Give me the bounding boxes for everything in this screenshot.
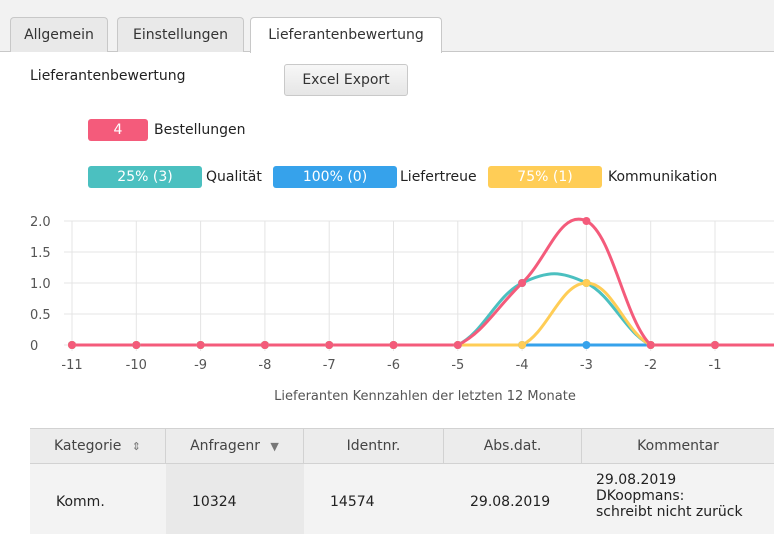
legend-quality-swatch[interactable]: 25% (3) — [88, 166, 202, 188]
x-tick-label: -3 — [580, 358, 593, 373]
tab-lieferantenbewertung[interactable]: Lieferantenbewertung — [250, 17, 442, 53]
header-identnr[interactable]: Identnr. — [304, 429, 444, 463]
chart-title: Lieferanten Kennzahlen der letzten 12 Mo… — [274, 389, 576, 404]
x-tick-label: -5 — [451, 358, 464, 373]
legend-orders-label: Bestellungen — [154, 122, 246, 138]
x-tick-label: -11 — [61, 358, 82, 373]
x-tick-label: -4 — [516, 358, 529, 373]
data-point — [260, 341, 269, 349]
cell-anfragenr: 10324 — [166, 464, 304, 534]
x-tick-label: -8 — [258, 358, 271, 373]
sort-both-icon[interactable]: ⇕ — [132, 440, 141, 453]
y-tick-label: 0 — [30, 339, 38, 354]
data-point — [325, 341, 334, 349]
chart-grid — [64, 220, 774, 351]
excel-export-button[interactable]: Excel Export — [284, 64, 408, 96]
legend-communication-swatch[interactable]: 75% (1) — [488, 166, 602, 188]
x-tick-label: -6 — [387, 358, 400, 373]
data-point — [389, 341, 398, 349]
y-tick-label: 1.5 — [30, 246, 51, 261]
y-tick-label: 2.0 — [30, 215, 51, 230]
x-tick-label: -2 — [644, 358, 657, 373]
x-axis-ticks: -11 -10 -9 -8 -7 -6 -5 -4 -3 -2 -1 — [61, 358, 721, 373]
cell-identnr: 14574 — [330, 494, 375, 510]
line-chart: 2.0 1.5 1.0 0.5 0 -11 -10 -9 -8 -7 -6 -5 -4 -3 -2 -1 L… — [30, 215, 774, 404]
data-point — [132, 341, 141, 349]
comment-line: 29.08.2019 — [596, 472, 677, 488]
data-point — [646, 341, 655, 349]
comment-line: DKoopmans: — [596, 488, 685, 504]
legend-orders-swatch[interactable]: 4 — [88, 119, 148, 141]
sort-desc-icon[interactable]: ▼ — [270, 440, 278, 453]
comment-line: schreibt nicht zurück — [596, 504, 743, 520]
cell-absdat: 29.08.2019 — [470, 494, 551, 510]
header-kommentar[interactable]: Kommentar — [582, 429, 774, 463]
x-tick-label: -10 — [126, 358, 147, 373]
header-anfragenr-label: Anfragenr — [190, 438, 260, 454]
legend-quality-label: Qualität — [206, 169, 262, 185]
data-point — [196, 341, 205, 349]
x-tick-label: -1 — [709, 358, 722, 373]
data-point — [518, 341, 527, 349]
header-anfragenr[interactable]: Anfragenr ▼ — [166, 429, 304, 463]
cell-kommentar: 29.08.2019 DKoopmans: schreibt nicht zur… — [582, 464, 774, 534]
y-axis-ticks: 2.0 1.5 1.0 0.5 0 — [30, 215, 51, 354]
header-identnr-label: Identnr. — [346, 438, 401, 454]
data-point — [68, 341, 76, 349]
x-tick-label: -7 — [323, 358, 336, 373]
legend-communication-label: Kommunikation — [608, 169, 718, 185]
section-title: Lieferantenbewertung — [30, 68, 186, 84]
series-line — [72, 217, 774, 347]
header-absdat-label: Abs.dat. — [483, 438, 542, 454]
table-header: Kategorie ⇕ Anfragenr ▼ Identnr. Abs.dat… — [30, 428, 774, 464]
header-kommentar-label: Kommentar — [637, 438, 719, 454]
series-line — [72, 272, 774, 347]
tab-allgemein[interactable]: Allgemein — [10, 17, 108, 52]
legend-delivery-swatch[interactable]: 100% (0) — [273, 166, 397, 188]
y-tick-label: 1.0 — [30, 277, 51, 292]
legend-delivery-label: Liefertreue — [400, 169, 477, 185]
x-tick-label: -9 — [194, 358, 207, 373]
data-point — [453, 341, 462, 349]
header-kategorie-label: Kategorie — [54, 438, 122, 454]
header-kategorie[interactable]: Kategorie ⇕ — [30, 429, 166, 463]
data-point — [582, 341, 591, 349]
data-point — [582, 217, 591, 225]
data-point — [711, 341, 719, 349]
data-point — [518, 279, 527, 287]
y-tick-label: 0.5 — [30, 308, 51, 323]
tab-bar: Allgemein Einstellungen Lieferantenbewer… — [0, 0, 774, 53]
header-absdat[interactable]: Abs.dat. — [444, 429, 582, 463]
data-point — [582, 279, 591, 287]
tab-einstellungen[interactable]: Einstellungen — [117, 17, 244, 52]
table-row[interactable]: Komm. 10324 14574 29.08.2019 29.08.2019 … — [30, 464, 774, 534]
cell-kategorie: Komm. — [56, 494, 105, 510]
